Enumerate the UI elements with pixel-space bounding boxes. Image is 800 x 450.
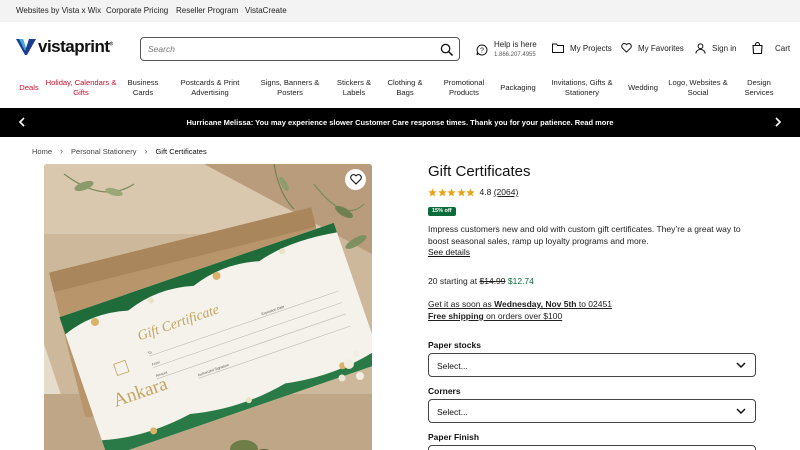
cart-link[interactable]: Cart bbox=[752, 42, 790, 54]
star-icon bbox=[456, 187, 466, 196]
my-favorites-link[interactable]: My Favorites bbox=[621, 43, 684, 53]
nav-item-signs-banners-posters[interactable]: Signs, Banners & Posters bbox=[258, 78, 322, 98]
nav-item-holiday-calendars-gifts[interactable]: Holiday, Calendars & Gifts bbox=[44, 78, 118, 98]
vistaprint-logo-mark bbox=[16, 39, 36, 55]
help-phone: 1.866.207.4955 bbox=[494, 52, 536, 58]
chevron-down-icon bbox=[736, 408, 746, 415]
delivery-estimate[interactable]: Get it as soon as Wednesday, Nov 5th to … bbox=[428, 299, 612, 309]
nav-item-promotional-products[interactable]: Promotional Products bbox=[438, 78, 490, 98]
free-shipping-info[interactable]: Free shipping on orders over $100 bbox=[428, 311, 562, 321]
paper-stocks-label: Paper stocks bbox=[428, 340, 481, 350]
nav-item-deals[interactable]: Deals bbox=[14, 83, 44, 93]
paper-stocks-select[interactable]: Select... bbox=[428, 353, 756, 377]
paper-stocks-value: Select... bbox=[437, 361, 468, 371]
breadcrumb-home[interactable]: Home bbox=[32, 147, 52, 156]
product-photo-illustration: Gift Certificate Ankara To From Amount E… bbox=[44, 164, 372, 450]
nav-item-business-cards[interactable]: Business Cards bbox=[122, 78, 164, 98]
chevron-right-icon[interactable] bbox=[772, 116, 784, 128]
add-to-favorites-button[interactable] bbox=[345, 169, 366, 190]
search-icon[interactable] bbox=[440, 43, 453, 56]
websites-by-vista-link[interactable]: Websites by Vista x Wix bbox=[16, 6, 101, 15]
nav-item-postcards-print-advertising[interactable]: Postcards & Print Advertising bbox=[176, 78, 244, 98]
discount-badge: 15% off bbox=[428, 207, 456, 216]
help-label: Help is here bbox=[494, 40, 537, 49]
category-nav: Deals Holiday, Calendars & Gifts Business… bbox=[0, 74, 800, 108]
nav-item-stickers-labels[interactable]: Stickers & Labels bbox=[332, 78, 376, 98]
nav-item-wedding[interactable]: Wedding bbox=[624, 83, 662, 93]
rating-value: 4.8 bbox=[479, 187, 492, 197]
reseller-program-link[interactable]: Reseller Program bbox=[176, 6, 238, 15]
search-input[interactable] bbox=[148, 41, 428, 57]
product-title: Gift Certificates bbox=[428, 163, 531, 180]
utility-bar: Websites by Vista x Wix Corporate Pricin… bbox=[0, 0, 800, 22]
sign-in-label: Sign in bbox=[712, 44, 737, 53]
paper-finish-select[interactable] bbox=[428, 445, 756, 450]
logo-wordmark: vistaprint® bbox=[38, 37, 113, 56]
chevron-down-icon bbox=[736, 362, 746, 369]
my-projects-label: My Projects bbox=[570, 43, 612, 53]
breadcrumb-current: Gift Certificates bbox=[155, 146, 207, 156]
help-link[interactable]: ? Help is here 1.866.207.4955 bbox=[476, 40, 537, 60]
product-description: Impress customers new and old with custo… bbox=[428, 224, 741, 246]
cart-icon bbox=[752, 42, 763, 54]
paper-finish-label: Paper Finish bbox=[428, 432, 480, 442]
star-icon bbox=[428, 187, 437, 196]
star-icon bbox=[437, 187, 447, 196]
review-count-link[interactable]: (2064) bbox=[494, 187, 519, 197]
corners-select[interactable]: Select... bbox=[428, 399, 756, 423]
price-line: 20 starting at $14.99 $12.74 bbox=[428, 276, 534, 286]
vistacreate-link[interactable]: VistaCreate bbox=[245, 6, 287, 15]
corporate-pricing-link[interactable]: Corporate Pricing bbox=[106, 6, 168, 15]
product-rating[interactable]: 4.8 (2064) bbox=[428, 187, 518, 197]
breadcrumb-personal-stationery[interactable]: Personal Stationery bbox=[71, 147, 136, 156]
nav-item-logo-websites-social[interactable]: Logo, Websites & Social bbox=[666, 78, 730, 98]
svg-text:?: ? bbox=[480, 48, 484, 55]
help-icon: ? bbox=[476, 44, 488, 56]
my-favorites-label: My Favorites bbox=[638, 43, 684, 53]
sign-in-link[interactable]: Sign in bbox=[695, 43, 736, 54]
nav-item-clothing-bags[interactable]: Clothing & Bags bbox=[382, 78, 428, 98]
star-icon bbox=[466, 187, 475, 196]
site-header: vistaprint® ? Help is here 1.866.207.495… bbox=[0, 22, 800, 74]
user-icon bbox=[695, 43, 706, 54]
announcement-banner: Hurricane Melissa: You may experience sl… bbox=[0, 108, 800, 137]
nav-item-invitations-gifts-stationery[interactable]: Invitations, Gifts & Stationery bbox=[548, 78, 616, 98]
corners-label: Corners bbox=[428, 386, 461, 396]
chevron-right-icon: › bbox=[60, 146, 64, 156]
product-image[interactable]: Gift Certificate Ankara To From Amount E… bbox=[44, 164, 372, 450]
heart-icon bbox=[621, 43, 632, 53]
sale-price: $12.74 bbox=[507, 276, 534, 286]
cart-label: Cart bbox=[775, 43, 791, 53]
star-icon bbox=[447, 187, 456, 196]
chevron-right-icon: › bbox=[144, 146, 148, 156]
my-projects-link[interactable]: My Projects bbox=[552, 43, 612, 53]
free-shipping-label: Free shipping bbox=[428, 311, 484, 321]
breadcrumb: Home › Personal Stationery › Gift Certif… bbox=[32, 146, 207, 156]
corners-value: Select... bbox=[437, 407, 468, 417]
vistaprint-logo[interactable]: vistaprint® bbox=[16, 37, 113, 57]
nav-item-packaging[interactable]: Packaging bbox=[496, 83, 540, 93]
nav-item-design-services[interactable]: Design Services bbox=[740, 78, 778, 98]
heart-icon bbox=[349, 174, 362, 185]
banner-message[interactable]: Hurricane Melissa: You may experience sl… bbox=[0, 118, 800, 127]
folder-icon bbox=[552, 43, 564, 53]
original-price: $14.99 bbox=[479, 276, 506, 286]
see-details-link[interactable]: See details bbox=[428, 247, 470, 257]
search-box bbox=[140, 37, 460, 61]
delivery-date: Wednesday, Nov 5th bbox=[494, 299, 577, 309]
rating-stars bbox=[428, 187, 476, 197]
